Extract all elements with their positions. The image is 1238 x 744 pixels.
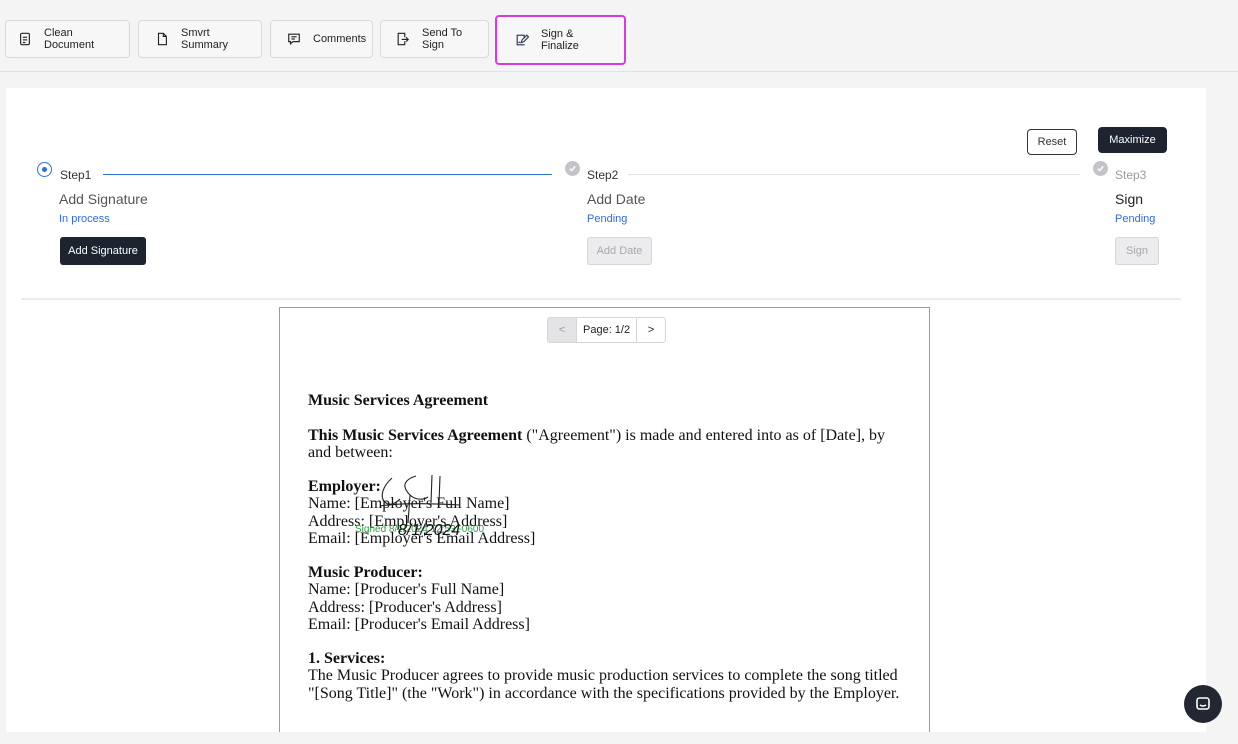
signing-panel: Reset Maximize Step1 Add Signature In pr…	[6, 88, 1206, 732]
document-text-icon	[20, 32, 30, 46]
comment-icon	[288, 33, 300, 46]
step1-status: In process	[59, 213, 110, 225]
smvrt-summary-button[interactable]: Smvrt Summary	[138, 20, 262, 58]
next-page-button[interactable]: >	[636, 317, 667, 343]
step1-connector	[103, 174, 552, 175]
reset-button[interactable]: Reset	[1027, 129, 1077, 155]
step2-title: Step2	[587, 168, 619, 182]
add-signature-button[interactable]: Add Signature	[60, 237, 146, 265]
toolbar: Clean Document Smvrt Summary Comments Se…	[0, 8, 1238, 72]
signature-date: 8/1/2024	[398, 522, 461, 539]
send-to-sign-button[interactable]: Send To Sign	[380, 20, 489, 58]
document-page: Music Services Agreement This Music Serv…	[308, 392, 908, 702]
handwritten-signature	[379, 474, 461, 524]
step1-title: Step1	[60, 168, 92, 182]
chat-bubble-icon	[1196, 697, 1210, 710]
maximize-button[interactable]: Maximize	[1098, 127, 1167, 153]
services-text: The Music Producer agrees to provide mus…	[308, 667, 900, 702]
smvrt-summary-label: Smvrt Summary	[181, 27, 229, 51]
send-file-icon	[397, 32, 410, 46]
step2-connector	[628, 174, 1080, 175]
document-title: Music Services Agreement	[308, 392, 489, 409]
intro-paragraph: This Music Services Agreement ("Agreemen…	[308, 427, 908, 462]
steps-divider	[21, 298, 1181, 300]
step3-status: Pending	[1115, 213, 1156, 225]
sign-pen-icon	[516, 34, 529, 46]
step3-title: Step3	[1115, 168, 1147, 182]
step3-check-icon	[1093, 161, 1108, 176]
step3-subtitle: Sign	[1115, 191, 1144, 207]
comments-label: Comments	[313, 33, 367, 45]
send-to-sign-label: Send To Sign	[422, 27, 463, 51]
producer-name: Name: [Producer's Full Name]	[308, 581, 505, 598]
page-indicator: Page: 1/2	[577, 317, 637, 343]
comments-button[interactable]: Comments	[270, 20, 373, 58]
sign-finalize-button[interactable]: Sign & Finalize	[495, 15, 626, 65]
step1-subtitle: Add Signature	[59, 191, 148, 207]
step1-radio-icon	[37, 162, 52, 177]
producer-address: Address: [Producer's Address]	[308, 598, 502, 616]
producer-email: Email: [Producer's Email Address]	[308, 616, 530, 633]
document-viewer: < Page: 1/2 > Music Services Agreement T…	[279, 307, 930, 732]
chat-launcher-button[interactable]	[1184, 685, 1222, 723]
clean-document-label: Clean Document	[44, 27, 95, 51]
previous-page-button[interactable]: <	[547, 317, 577, 343]
intro-bold: This Music Services Agreement	[308, 426, 523, 444]
file-icon	[157, 32, 167, 46]
step2-check-icon	[565, 161, 580, 176]
sign-button[interactable]: Sign	[1115, 237, 1159, 265]
step2-status: Pending	[587, 213, 628, 225]
step2-subtitle: Add Date	[587, 191, 646, 207]
clean-document-button[interactable]: Clean Document	[5, 20, 130, 58]
page-navigator: < Page: 1/2 >	[547, 317, 667, 343]
producer-heading: Music Producer:	[308, 563, 423, 581]
sign-finalize-label: Sign & Finalize	[541, 28, 579, 52]
services-heading: 1. Services:	[308, 649, 386, 667]
add-date-button[interactable]: Add Date	[587, 237, 652, 265]
